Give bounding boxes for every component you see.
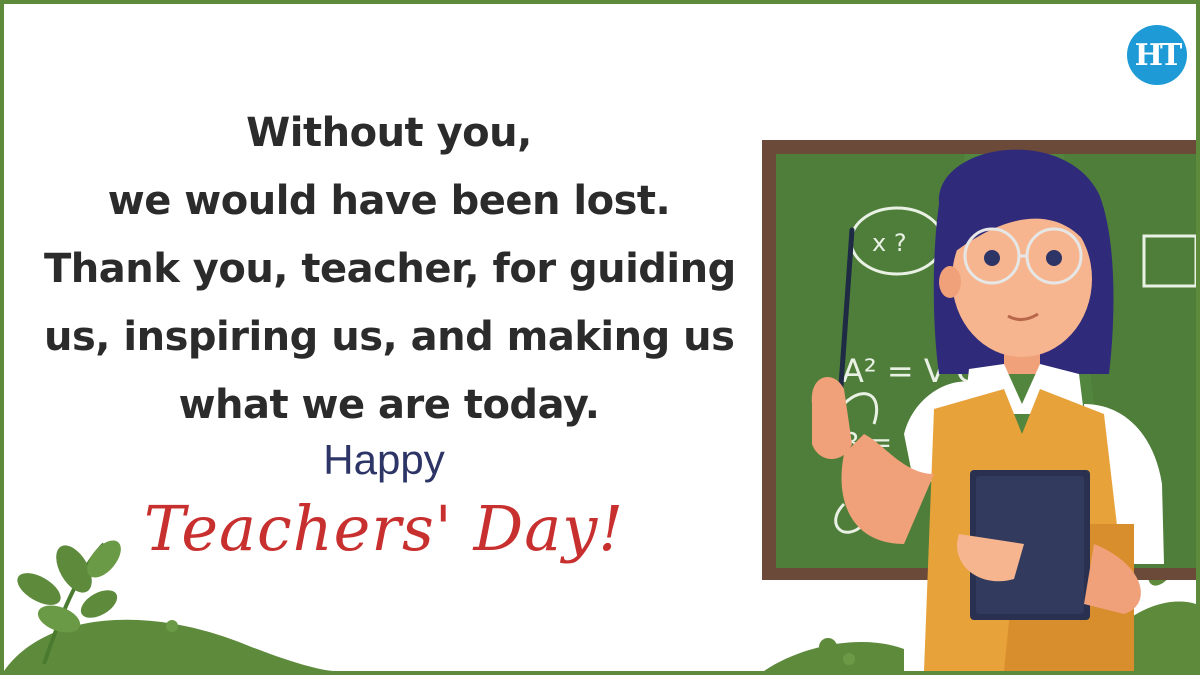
board-note: x ? <box>872 229 907 257</box>
happy-heading: Happy <box>323 436 445 483</box>
greeting-card: x ? A² = V C 3 = <box>0 0 1200 675</box>
thank-you-message: Without you, we would have been lost. Th… <box>44 99 736 439</box>
ht-logo: HT <box>1127 25 1187 85</box>
message-line: Thank you, teacher, for guiding <box>44 246 736 292</box>
message-line: we would have been lost. <box>107 178 671 224</box>
message-line: Without you, <box>246 110 532 156</box>
message-line: what we are today. <box>178 382 600 428</box>
teachers-day-heading: Teachers' Day! <box>143 492 625 565</box>
message-line: us, inspiring us, and making us <box>44 314 735 360</box>
